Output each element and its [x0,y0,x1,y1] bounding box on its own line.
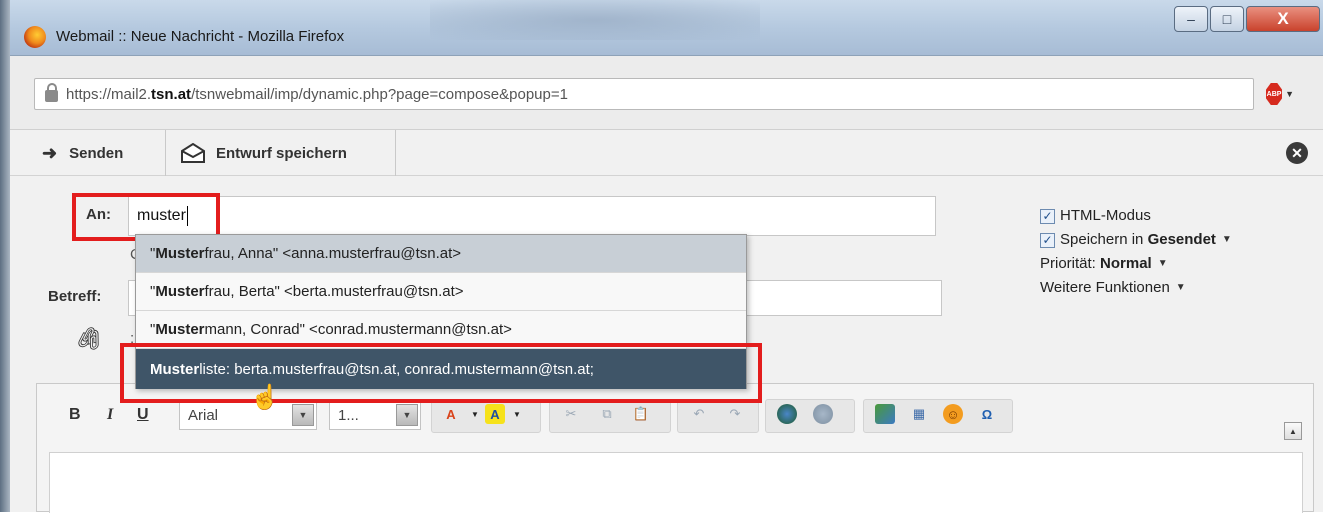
lock-icon [45,83,58,102]
save-draft-button[interactable]: Entwurf speichern [166,130,396,176]
window-left-edge [0,0,10,512]
chevron-down-icon[interactable]: ▼ [1158,252,1168,276]
smiley-icon[interactable]: ☺ [943,404,963,424]
priority-option[interactable]: Priorität: Normal ▼ [1040,252,1232,276]
url-path: /tsnwebmail/imp/dynamic.php?page=compose… [191,85,568,103]
html-mode-option[interactable]: ✓ HTML-Modus [1040,204,1232,228]
chevron-down-icon: ▼ [1285,89,1294,99]
send-label: Senden [69,144,124,162]
navigation-bar: https://mail2. tsn.at/tsnwebmail/imp/dyna… [10,56,1323,130]
more-functions-label: Weitere Funktionen [1040,279,1170,296]
minimize-icon: – [1187,11,1195,27]
save-in-label: Speichern in [1060,231,1144,248]
chevron-down-icon: ▼ [396,404,418,426]
url-field[interactable]: https://mail2. tsn.at/tsnwebmail/imp/dyna… [34,78,1254,110]
item-match: Muster [155,321,205,338]
priority-label: Priorität: [1040,255,1096,272]
item-rest: frau, Anna" <anna.musterfrau@tsn.at> [204,245,462,262]
font-size-select[interactable]: 1... ▼ [329,400,421,430]
envelope-icon [181,143,205,163]
copy-icon[interactable]: ⧉ [597,404,617,424]
arrow-right-icon: ➜ [42,142,58,163]
paperclip-icon[interactable]: 🖇 [74,326,102,352]
window-title: Webmail :: Neue Nachricht - Mozilla Fire… [56,28,345,45]
url-domain: tsn.at [151,85,192,103]
highlight-list-item [120,343,762,403]
link-icon[interactable] [777,404,797,424]
maximize-icon: □ [1222,11,1232,27]
chevron-down-icon[interactable]: ▼ [465,404,485,424]
url-prefix: https://mail2. [66,85,152,103]
font-family-select[interactable]: Arial ▼ [179,400,317,430]
table-icon[interactable]: ▦ [909,404,929,424]
bold-button[interactable]: B [69,406,81,424]
close-window-button[interactable]: X [1246,6,1320,32]
font-family-value: Arial [188,406,219,424]
font-size-value: 1... [338,406,359,424]
item-rest: frau, Berta" <berta.musterfrau@tsn.at> [204,283,464,300]
autocomplete-item[interactable]: " Muster frau, Anna" <anna.musterfrau@tsn.… [136,235,746,273]
text-color-icon[interactable]: A [441,404,461,424]
title-bar-blur [430,0,760,40]
underline-button[interactable]: U [137,406,149,424]
save-sent-checkbox[interactable]: ✓ [1040,232,1055,248]
save-folder-value: Gesendet [1147,231,1216,248]
priority-value: Normal [1100,255,1152,272]
maximize-button[interactable]: □ [1210,6,1244,32]
chevron-down-icon[interactable]: ▼ [507,404,527,424]
save-in-option[interactable]: ✓ Speichern in Gesendet ▼ [1040,228,1232,252]
unlink-icon[interactable] [813,404,833,424]
close-compose-icon[interactable]: ✕ [1286,142,1308,164]
chevron-down-icon: ▼ [292,404,314,426]
more-functions-option[interactable]: Weitere Funktionen ▼ [1040,276,1232,300]
subject-label: Betreff: [48,288,102,305]
scroll-up-icon[interactable]: ▲ [1284,422,1302,440]
cut-icon[interactable]: ✂ [561,404,581,424]
html-mode-label: HTML-Modus [1060,207,1151,224]
image-icon[interactable] [875,404,895,424]
adblock-button[interactable]: ABP ▼ [1266,80,1294,108]
title-bar: Webmail :: Neue Nachricht - Mozilla Fire… [10,0,1323,56]
autocomplete-item[interactable]: " Muster frau, Berta" <berta.musterfrau@ts… [136,273,746,311]
editor-body[interactable] [49,452,1303,513]
special-char-icon[interactable]: Ω [977,404,997,424]
firefox-window: Webmail :: Neue Nachricht - Mozilla Fire… [0,0,1323,513]
chevron-down-icon[interactable]: ▼ [1222,228,1232,252]
undo-icon[interactable]: ↶ [689,404,709,424]
hand-cursor-icon: ☝ [250,384,280,411]
save-draft-label: Entwurf speichern [216,144,347,162]
send-button[interactable]: ➜ Senden [28,130,166,176]
to-input[interactable]: muster [128,196,936,236]
adblock-icon: ABP [1266,83,1283,105]
minimize-button[interactable]: – [1174,6,1208,32]
close-icon: X [1277,9,1289,28]
item-match: Muster [155,283,205,300]
html-mode-checkbox[interactable]: ✓ [1040,208,1055,224]
paste-icon[interactable]: 📋 [631,404,651,424]
compose-options: ✓ HTML-Modus ✓ Speichern in Gesendet ▼ P… [1040,204,1232,300]
redo-icon[interactable]: ↷ [725,404,745,424]
item-match: Muster [155,245,205,262]
chevron-down-icon[interactable]: ▼ [1176,276,1186,300]
highlight-color-icon[interactable]: A [485,404,505,424]
italic-button[interactable]: I [107,406,113,424]
firefox-logo-icon [24,26,46,48]
item-rest: mann, Conrad" <conrad.mustermann@tsn.at> [204,321,512,338]
compose-toolbar: ➜ Senden Entwurf speichern ✕ [10,130,1323,176]
